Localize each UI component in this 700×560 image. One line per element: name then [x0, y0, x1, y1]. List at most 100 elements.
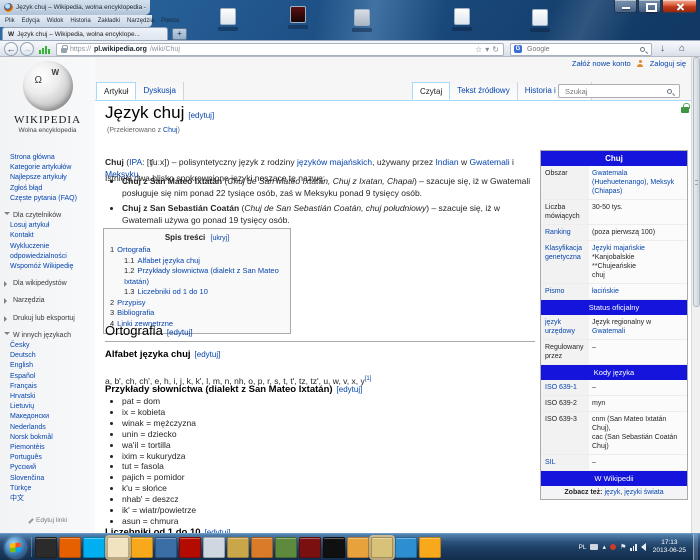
infobox-value[interactable]: łacińskie	[589, 284, 687, 299]
sidebar-item[interactable]: Losuj artykuł	[10, 221, 95, 231]
taskbar-app-icon[interactable]	[371, 537, 393, 558]
search-bar[interactable]: G	[510, 43, 652, 56]
menu-item[interactable]: Zakładki	[98, 18, 120, 24]
taskbar-app-icon[interactable]	[275, 537, 297, 558]
edit-section-link[interactable]: [edytuj]	[337, 385, 363, 394]
classification-link[interactable]: Języki majańskie	[592, 245, 645, 252]
search-engine-icon[interactable]: G	[514, 45, 522, 53]
title-bar[interactable]: Język chuj – Wikipedia, wolna encykloped…	[0, 0, 150, 15]
edit-links[interactable]: Edytuj linki	[28, 517, 67, 524]
downloads-icon[interactable]: ↓	[660, 43, 665, 54]
show-hidden-icons[interactable]: ▴	[602, 544, 606, 551]
wiki-search-magnifier-icon[interactable]	[667, 89, 672, 94]
page-tab[interactable]: Dyskusja	[136, 82, 183, 100]
sidebar-item[interactable]: Norsk bokmål	[10, 433, 95, 443]
browser-tab[interactable]: W Język chuj – Wikipedia, wolna encyklop…	[2, 27, 168, 40]
status-dot-icon[interactable]	[610, 544, 616, 550]
volume-icon[interactable]	[641, 543, 646, 551]
taskbar-app-icon[interactable]	[251, 537, 273, 558]
menu-item[interactable]: Edycja	[22, 18, 40, 24]
sidebar-item[interactable]: Kategorie artykułów	[10, 163, 95, 173]
reload-icon[interactable]: ↻	[492, 45, 499, 54]
taskbar-app-icon[interactable]	[83, 537, 105, 558]
taskbar-app-icon[interactable]	[59, 537, 81, 558]
wiki-search-box[interactable]	[558, 84, 680, 98]
sidebar-item[interactable]: Piemontèis	[10, 443, 95, 453]
login-link[interactable]: Zaloguj się	[650, 59, 686, 68]
sidebar-item[interactable]: 中文	[10, 494, 95, 504]
sidebar-item[interactable]: Dla wikipedystów	[4, 279, 95, 289]
menu-item[interactable]: Historia	[70, 18, 90, 24]
sidebar-item[interactable]: Wspomóż Wikipedię	[10, 262, 95, 272]
home-icon[interactable]: ⌂	[679, 43, 685, 54]
sidebar-item[interactable]: Türkçe	[10, 484, 95, 494]
toc-item[interactable]: 1.3Liczebniki od 1 do 10	[124, 287, 284, 298]
sidebar-item[interactable]: Русский	[10, 463, 95, 473]
infobox-label-link[interactable]: Klasyfikacja genetyczna	[541, 241, 589, 283]
edit-section-link[interactable]: [edytuj]	[195, 350, 221, 359]
wiki-search-input[interactable]	[563, 86, 667, 97]
edit-section-link[interactable]: [edytuj]	[188, 111, 214, 120]
sidebar-item[interactable]: Hrvatski	[10, 392, 95, 402]
sidebar-item[interactable]: Português	[10, 453, 95, 463]
create-account-link[interactable]: Załóż nowe konto	[572, 59, 631, 68]
infobox-label-link[interactable]: ISO 639-1	[541, 380, 589, 395]
footer-link[interactable]: języki świata	[624, 489, 663, 496]
taskbar-app-icon[interactable]	[419, 537, 441, 558]
browser-search-input[interactable]	[525, 45, 637, 54]
page-tab[interactable]: Czytaj	[412, 82, 450, 100]
taskbar-app-icon[interactable]	[299, 537, 321, 558]
search-magnifier-icon[interactable]	[640, 47, 645, 52]
sidebar-item[interactable]: Wykluczenie odpowiedzialności	[10, 242, 95, 262]
wikipedia-logo[interactable]: Ω W WIKIPEDIA Wolna encyklopedia	[0, 61, 95, 134]
taskbar-app-icon[interactable]	[131, 537, 153, 558]
sidebar-item[interactable]: Česky	[10, 341, 95, 351]
scrollbar-thumb[interactable]	[693, 57, 700, 307]
sidebar-item[interactable]: Kontakt	[10, 231, 95, 241]
sidebar-item[interactable]: Español	[10, 372, 95, 382]
maximize-button[interactable]	[638, 0, 661, 13]
sidebar-item[interactable]: Dla czytelników	[4, 211, 95, 221]
page-tab[interactable]: Artykuł	[96, 82, 136, 100]
sidebar-item[interactable]: Strona główna	[10, 153, 95, 163]
minimize-button[interactable]	[614, 0, 637, 13]
bookmark-star-icon[interactable]: ☆	[475, 45, 482, 54]
taskbar-app-icon[interactable]	[179, 537, 201, 558]
taskbar-clock[interactable]: 17:13 2013-06-25	[653, 539, 686, 555]
toc-item[interactable]: 1.2Przykłady słownictwa (dialekt z San M…	[124, 266, 284, 287]
menu-item[interactable]: Narzędzia	[127, 18, 154, 24]
sidebar-item[interactable]: W innych językach	[4, 331, 95, 341]
start-button[interactable]	[5, 537, 26, 558]
sidebar-item[interactable]: Slovenčina	[10, 474, 95, 484]
action-center-flag-icon[interactable]: ⚑	[620, 544, 626, 551]
infobox-label-link[interactable]: Ranking	[541, 225, 589, 240]
menu-item[interactable]: Widok	[47, 18, 64, 24]
footer-link[interactable]: język	[604, 489, 620, 496]
sidebar-item[interactable]: Narzędzia	[4, 296, 95, 306]
toc-item[interactable]: 1.1Alfabet języka chuj	[124, 256, 284, 267]
taskbar-app-icon[interactable]	[227, 537, 249, 558]
sidebar-item[interactable]: Zgłoś błąd	[10, 184, 95, 194]
forward-button[interactable]: →	[20, 42, 34, 56]
sidebar-item[interactable]: Македонски	[10, 412, 95, 422]
taskbar-app-icon[interactable]	[35, 537, 57, 558]
taskbar-app-icon[interactable]	[395, 537, 417, 558]
sidebar-item[interactable]: Drukuj lub eksportuj	[4, 314, 95, 324]
page-tab[interactable]: Tekst źródłowy	[450, 82, 517, 100]
toc-item[interactable]: 3Bibliografia	[110, 308, 284, 319]
infobox-value[interactable]: Gwatemala (Huehuetenango), Meksyk (Chiap…	[589, 166, 687, 199]
country-link[interactable]: Gwatemali	[592, 328, 625, 335]
url-bar[interactable]: https://pl.wikipedia.org/wiki/Chuj ☆ ▾ ↻	[56, 43, 504, 56]
toc-item[interactable]: 2Przypisy	[110, 298, 284, 309]
taskbar-app-icon[interactable]	[155, 537, 177, 558]
back-button[interactable]: ←	[4, 42, 18, 56]
taskbar-app-icon[interactable]	[107, 537, 129, 558]
redirect-link[interactable]: Chuj	[163, 127, 177, 134]
language-indicator[interactable]: PL	[579, 544, 587, 551]
scrollbar-track[interactable]	[691, 57, 700, 533]
infobox-label-link[interactable]: język urzędowy	[541, 315, 589, 339]
taskbar-app-icon[interactable]	[203, 537, 225, 558]
infobox-label-link[interactable]: Pismo	[541, 284, 589, 299]
infobox-label-link[interactable]: SIL	[541, 455, 589, 470]
sidebar-item[interactable]: Français	[10, 382, 95, 392]
